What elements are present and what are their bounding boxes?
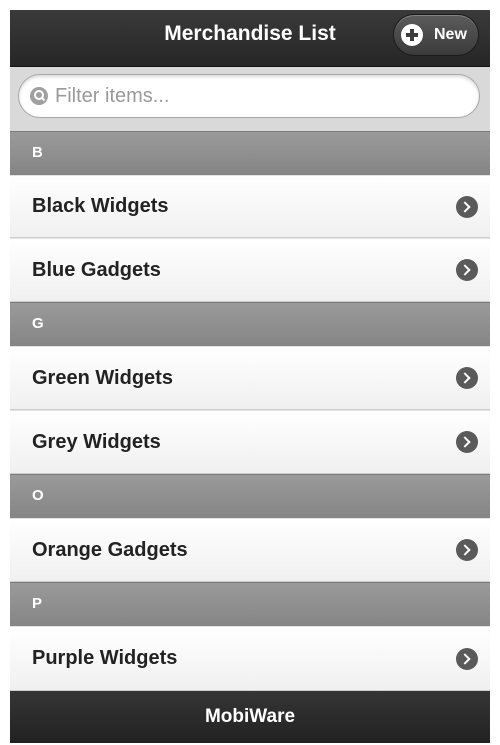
footer-bar: MobiWare: [10, 691, 490, 743]
divider-label: G: [32, 315, 44, 332]
list-item-label: Blue Gadgets: [32, 259, 161, 281]
chevron-right-icon: [456, 367, 478, 389]
divider-label: O: [32, 487, 44, 504]
list-item-label: Black Widgets: [32, 195, 169, 217]
search-icon: [30, 87, 48, 105]
list-item-label: Green Widgets: [32, 367, 173, 389]
list-item[interactable]: Grey Widgets: [10, 410, 490, 474]
chevron-right-icon: [456, 196, 478, 218]
chevron-right-icon: [456, 648, 478, 670]
list-item-label: Grey Widgets: [32, 431, 161, 453]
search-bar: [10, 67, 490, 131]
app-frame: Merchandise List New B Black Widgets Blu…: [10, 10, 490, 743]
list-item[interactable]: Orange Gadgets: [10, 518, 490, 582]
list-divider-b: B: [10, 131, 490, 175]
chevron-right-icon: [456, 259, 478, 281]
list-item-label: Purple Widgets: [32, 647, 178, 669]
plus-icon: [401, 24, 423, 46]
list-divider-o: O: [10, 474, 490, 518]
divider-label: B: [32, 144, 43, 161]
search-input[interactable]: [55, 75, 465, 117]
list-item[interactable]: Purple Widgets: [10, 626, 490, 691]
divider-label: P: [32, 595, 43, 612]
search-field[interactable]: [18, 74, 480, 118]
list-divider-g: G: [10, 302, 490, 346]
list-item[interactable]: Blue Gadgets: [10, 238, 490, 302]
footer-title: MobiWare: [204, 706, 296, 727]
list-item-label: Orange Gadgets: [32, 539, 188, 561]
list-item[interactable]: Black Widgets: [10, 175, 490, 238]
new-button[interactable]: New: [393, 14, 479, 56]
chevron-right-icon: [456, 539, 478, 561]
list-item[interactable]: Green Widgets: [10, 346, 490, 410]
header-bar: Merchandise List New: [10, 10, 490, 67]
list-divider-p: P: [10, 582, 490, 626]
chevron-right-icon: [456, 431, 478, 453]
new-button-label: New: [434, 26, 467, 43]
